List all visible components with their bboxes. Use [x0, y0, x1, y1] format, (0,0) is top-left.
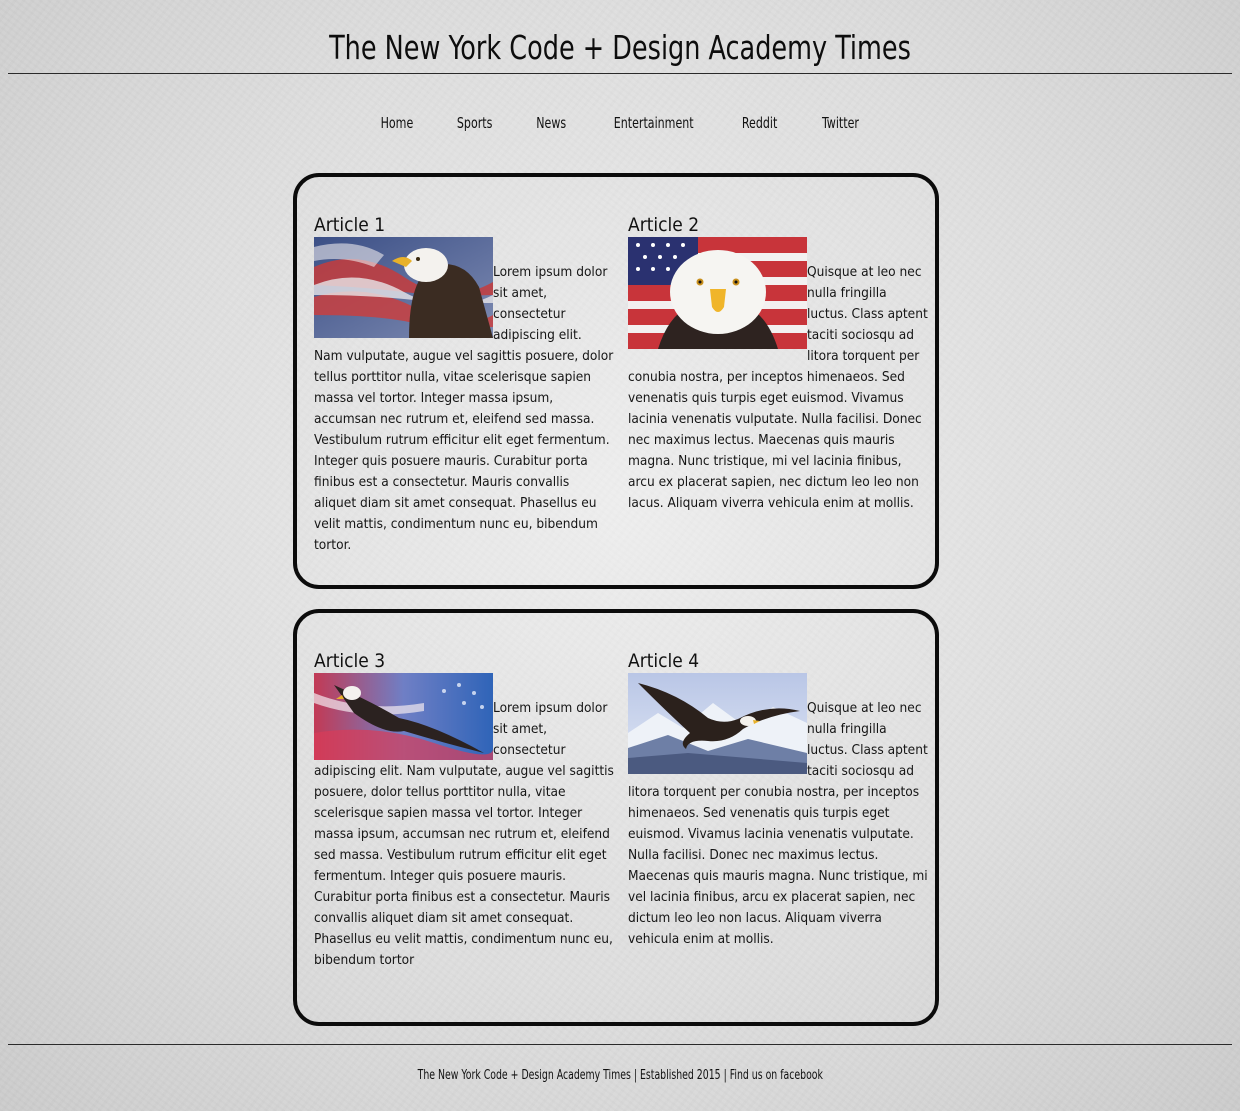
footer-find-us: Find us on	[729, 1068, 777, 1083]
article-box-2: Article 3 Lorem ipsum dolor sit amet, co…	[293, 609, 939, 1026]
footer-divider	[8, 1044, 1232, 1045]
header-divider	[8, 73, 1232, 74]
article-3: Article 3 Lorem ipsum dolor sit amet, co…	[314, 651, 614, 971]
site-title: The New York Code + Design Academy Times	[329, 28, 911, 67]
nav-twitter-link[interactable]: Twitter	[822, 114, 859, 132]
eagle-flag-image	[314, 237, 493, 338]
article-box-1: Article 1 Lorem ipsum dolor sit amet, co…	[293, 173, 939, 589]
nav-reddit-link[interactable]: Reddit	[742, 114, 777, 132]
article-body: Quisque at leo nec nulla fringilla luctu…	[628, 673, 928, 950]
nav-sports-link[interactable]: Sports	[457, 114, 492, 132]
masthead: The New York Code + Design Academy Times	[0, 0, 1240, 74]
nav-home-link[interactable]: Home	[381, 114, 414, 132]
article-body: Lorem ipsum dolor sit amet, consectetur …	[314, 673, 614, 971]
footer: The New York Code + Design Academy Times…	[0, 1068, 1240, 1083]
article-body: Quisque at leo nec nulla fringilla luctu…	[628, 237, 928, 514]
article-2: Article 2 Quisque at leo nec nulla fring…	[628, 215, 928, 514]
nav-news-link[interactable]: News	[536, 114, 566, 132]
eagle-mountains-image	[628, 673, 807, 774]
footer-separator: |	[723, 1068, 727, 1083]
footer-established: Established 2015	[639, 1068, 721, 1083]
eagle-flag-image	[314, 673, 493, 760]
main-nav: Home Sports News Entertainment Reddit Tw…	[0, 114, 1240, 132]
footer-separator: |	[633, 1068, 637, 1083]
nav-entertainment-link[interactable]: Entertainment	[614, 114, 694, 132]
article-body: Lorem ipsum dolor sit amet, consectetur …	[314, 237, 614, 556]
footer-site-name: The New York Code + Design Academy Times	[417, 1068, 631, 1083]
article-1: Article 1 Lorem ipsum dolor sit amet, co…	[314, 215, 614, 556]
eagle-flag-image	[628, 237, 807, 349]
article-4: Article 4 Quisque at leo nec nulla fring…	[628, 651, 928, 950]
facebook-link[interactable]: facebook	[780, 1068, 823, 1083]
